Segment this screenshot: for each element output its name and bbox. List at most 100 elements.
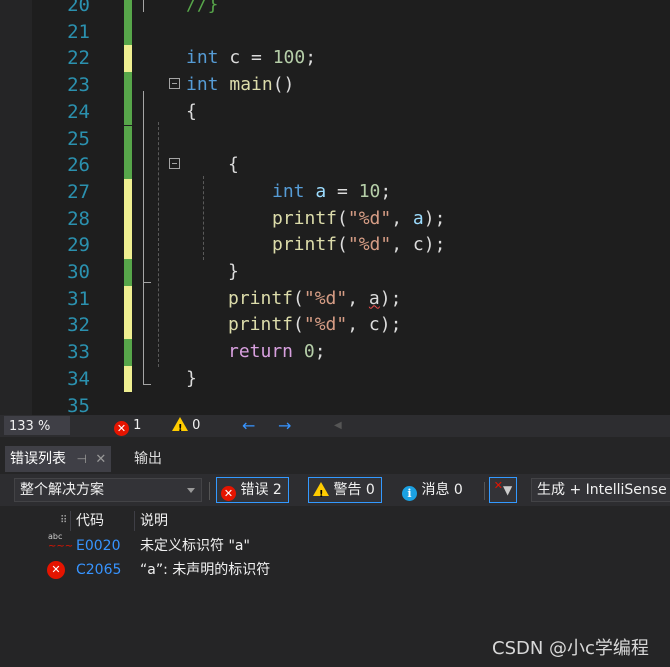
error-code-link[interactable]: E0020 — [76, 534, 120, 558]
code-text: int main() — [186, 74, 295, 96]
code-line[interactable]: 20 //} — [32, 0, 670, 19]
chevron-down-icon — [187, 488, 195, 493]
column-separator[interactable] — [70, 511, 71, 531]
code-line[interactable]: 22 int c = 100; — [32, 45, 670, 73]
zoom-level[interactable]: 133 % — [4, 416, 70, 435]
code-text: int a = 10; — [272, 180, 392, 202]
code-text: printf("%d", c); — [228, 314, 402, 336]
code-text: printf("%d", a); — [272, 207, 446, 229]
line-number: 25 — [67, 127, 90, 150]
code-line[interactable]: 34 } — [32, 365, 670, 393]
code-line[interactable]: 35 — [32, 393, 670, 416]
change-marker — [124, 125, 132, 153]
indent-guide — [203, 176, 204, 260]
line-number: 35 — [67, 394, 90, 416]
change-marker — [124, 45, 132, 73]
code-text: } — [186, 367, 197, 389]
code-line[interactable]: 30 } — [32, 259, 670, 286]
code-text: int c = 100; — [186, 47, 317, 69]
outline-line — [143, 384, 151, 385]
messages-filter-button[interactable]: i 消息 0 — [402, 477, 463, 503]
indicator-margin — [0, 0, 32, 415]
code-editor[interactable]: 20 //} 21 22 int c = 100; 23 int main() … — [0, 0, 670, 415]
change-marker — [124, 178, 132, 206]
info-icon: i — [402, 486, 417, 501]
line-number: 33 — [67, 341, 90, 364]
column-separator[interactable] — [134, 511, 135, 531]
collapse-icon[interactable] — [169, 78, 180, 90]
code-line[interactable]: 24 { — [32, 98, 670, 126]
warnings-filter-button[interactable]: 警告 0 — [308, 477, 382, 507]
line-number: 26 — [67, 154, 90, 177]
toolbar-separator — [484, 482, 485, 500]
error-code-link[interactable]: C2065 — [76, 558, 121, 582]
change-marker — [124, 205, 132, 233]
intellisense-error-icon: abc ~~~ — [48, 532, 74, 552]
line-number: 23 — [67, 74, 90, 97]
arrow-right-icon[interactable]: → — [278, 415, 291, 437]
filter-icon[interactable]: ✕▼ — [489, 477, 517, 503]
column-header-code[interactable]: 代码 — [76, 508, 104, 534]
line-number: 32 — [67, 314, 90, 337]
error-list-header: ⠿ 代码 说明 — [0, 508, 670, 534]
error-icon: ✕ — [114, 421, 129, 436]
column-header-description[interactable]: 说明 — [140, 508, 168, 534]
scope-select[interactable]: 整个解决方案 — [14, 478, 202, 502]
table-row[interactable]: ✕ C2065 “a”: 未声明的标识符 — [0, 558, 670, 582]
tab-error-list[interactable]: 错误列表 ⊣ ✕ — [5, 446, 112, 472]
arrow-left-icon[interactable]: ← — [242, 415, 255, 437]
error-description: 未定义标识符 "a" — [140, 538, 250, 554]
line-number: 22 — [67, 47, 90, 70]
code-text: printf("%d", a); — [228, 287, 402, 309]
line-number: 29 — [67, 234, 90, 257]
change-marker — [124, 365, 132, 393]
code-line[interactable]: 26 { — [32, 152, 670, 179]
table-row[interactable]: abc ~~~ E0020 未定义标识符 "a" — [0, 532, 670, 558]
error-list-toolbar: 整个解决方案 ✕ 错误 2 警告 0 i 消息 0 ✕▼ 生成 + Intell… — [0, 474, 670, 507]
code-text: { — [228, 154, 239, 176]
line-number: 24 — [67, 100, 90, 123]
code-line[interactable]: 33 return 0; — [32, 339, 670, 366]
outline-line — [143, 282, 151, 283]
code-line[interactable]: 29 printf("%d", c); — [32, 232, 670, 259]
change-marker — [124, 285, 132, 313]
line-number: 31 — [67, 287, 90, 310]
collapse-icon[interactable] — [169, 158, 180, 170]
tab-output[interactable]: 输出 — [129, 446, 167, 472]
scroll-left-icon[interactable]: ◀ — [334, 415, 342, 437]
outline-line — [143, 91, 144, 384]
watermark: CSDN @小c学编程 — [492, 638, 649, 659]
build-intellisense-select[interactable]: 生成 + IntelliSense — [531, 478, 670, 502]
change-marker — [124, 98, 132, 126]
error-count[interactable]: ✕ 1 — [114, 415, 141, 437]
outline-line — [143, 0, 144, 12]
code-line[interactable]: 28 printf("%d", a); — [32, 205, 670, 233]
change-marker — [124, 152, 132, 179]
change-marker — [124, 339, 132, 366]
code-line[interactable]: 31 printf("%d", a); — [32, 285, 670, 313]
editor-status-bar: 133 % ✕ 1 0 ← → ◀ — [0, 415, 670, 440]
code-line[interactable]: 25 — [32, 125, 670, 153]
change-marker — [124, 232, 132, 259]
code-text: { — [186, 100, 197, 122]
line-number: 34 — [67, 367, 90, 390]
change-marker — [124, 18, 132, 46]
code-text: //} — [186, 0, 219, 15]
errors-filter-button[interactable]: ✕ 错误 2 — [216, 477, 289, 503]
code-line[interactable]: 21 — [32, 18, 670, 46]
close-icon[interactable]: ✕ — [95, 452, 106, 467]
warning-count[interactable]: 0 — [172, 415, 200, 440]
code-text: } — [228, 261, 239, 282]
line-number: 20 — [67, 0, 90, 16]
warning-icon — [172, 417, 188, 440]
change-marker — [124, 312, 132, 340]
code-text: return 0; — [228, 341, 326, 363]
code-line[interactable]: 23 int main() — [32, 72, 670, 99]
code-line[interactable]: 32 printf("%d", c); — [32, 312, 670, 340]
line-number: 30 — [67, 261, 90, 283]
pin-icon[interactable]: ⊣ — [76, 452, 86, 466]
sort-icon[interactable]: ⠿ — [60, 508, 67, 534]
code-line[interactable]: 27 int a = 10; — [32, 178, 670, 206]
line-number: 28 — [67, 207, 90, 230]
panel-tabs: 错误列表 ⊣ ✕ 输出 — [0, 446, 670, 472]
